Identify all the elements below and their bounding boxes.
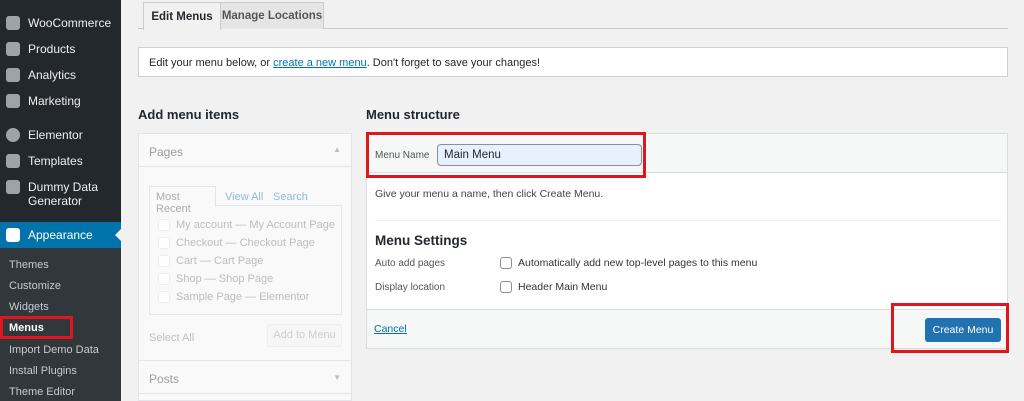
pages-list: My account — My Account Page Checkout — … <box>149 205 342 315</box>
database-icon <box>6 180 20 194</box>
sidebar-item-elementor[interactable]: Elementor <box>0 128 121 142</box>
sidebar-item-label: Generator <box>28 194 83 208</box>
elementor-icon <box>6 128 20 142</box>
select-all[interactable]: Select All <box>149 332 194 344</box>
list-item[interactable]: Sample Page — Elementor <box>158 291 309 304</box>
menu-structure-title: Menu structure <box>366 107 460 122</box>
auto-add-checkbox[interactable] <box>500 257 512 270</box>
add-items-panel: Pages ▲ Most Recent View All Search My ac… <box>138 133 352 401</box>
display-location-label: Display location <box>375 282 446 293</box>
submenu-install-plugins[interactable]: Install Plugins <box>9 365 77 377</box>
list-item[interactable]: Checkout — Checkout Page <box>158 237 315 250</box>
sidebar-item-analytics[interactable]: Analytics <box>0 68 121 82</box>
notice-box: Edit your menu below, or create a new me… <box>138 47 1008 77</box>
folder-icon <box>6 154 20 168</box>
submenu-customize[interactable]: Customize <box>9 280 61 292</box>
menu-settings-title: Menu Settings <box>375 233 468 248</box>
woo-icon <box>6 16 20 30</box>
cancel-link[interactable]: Cancel <box>374 323 407 335</box>
paintbrush-icon <box>6 228 20 242</box>
menu-description: Give your menu a name, then click Create… <box>375 188 604 200</box>
sidebar-item-label: Dummy Data <box>28 180 99 194</box>
add-to-menu-button[interactable]: Add to Menu <box>267 324 342 347</box>
header-main-menu-checkbox[interactable] <box>500 281 512 294</box>
highlight-box <box>891 303 1009 353</box>
expand-arrow-icon: ▼ <box>333 373 341 382</box>
auto-add-option[interactable]: Automatically add new top-level pages to… <box>500 257 757 270</box>
display-location-option[interactable]: Header Main Menu <box>500 281 607 294</box>
divider <box>375 220 1001 221</box>
checkbox[interactable] <box>158 237 170 250</box>
submenu-theme-editor[interactable]: Theme Editor <box>9 386 75 398</box>
sidebar-item-marketing[interactable]: Marketing <box>0 94 121 108</box>
sidebar-item-products[interactable]: Products <box>0 42 121 56</box>
list-item[interactable]: Cart — Cart Page <box>158 255 263 268</box>
megaphone-icon <box>6 94 20 108</box>
sidebar-item-woocommerce[interactable]: WooCommerce <box>0 16 121 30</box>
add-menu-items-title: Add menu items <box>138 107 240 122</box>
checkbox[interactable] <box>158 219 170 232</box>
highlight-box <box>366 132 646 178</box>
tab-view-all[interactable]: View All <box>225 191 263 203</box>
tab-manage-locations[interactable]: Manage Locations <box>220 2 324 29</box>
collapse-arrow-icon: ▲ <box>333 145 341 154</box>
current-arrow <box>115 229 121 241</box>
highlight-box <box>0 316 73 339</box>
bar-chart-icon <box>6 68 20 82</box>
checkbox[interactable] <box>158 273 170 286</box>
tab-most-recent[interactable]: Most Recent <box>149 186 216 215</box>
checkbox[interactable] <box>158 291 170 304</box>
submenu-themes[interactable]: Themes <box>9 259 49 271</box>
list-item[interactable]: My account — My Account Page <box>158 219 335 232</box>
sidebar-item-dummy-data[interactable]: Dummy Data Generator <box>0 180 121 208</box>
pages-section-header[interactable]: Pages ▲ <box>139 134 351 167</box>
auto-add-label: Auto add pages <box>375 258 446 269</box>
submenu-widgets[interactable]: Widgets <box>9 301 49 313</box>
checkbox[interactable] <box>158 255 170 268</box>
tab-search[interactable]: Search <box>273 191 308 203</box>
posts-section-header[interactable]: Posts ▼ <box>139 360 351 394</box>
create-new-menu-link[interactable]: create a new menu <box>273 57 367 69</box>
tab-edit-menus[interactable]: Edit Menus <box>143 2 221 30</box>
box-icon <box>6 42 20 56</box>
admin-sidebar: WooCommerce Products Analytics Marketing… <box>0 0 121 401</box>
list-item[interactable]: Shop — Shop Page <box>158 273 273 286</box>
submenu-import-demo-data[interactable]: Import Demo Data <box>9 344 99 356</box>
sidebar-item-appearance[interactable]: Appearance <box>0 222 121 248</box>
sidebar-item-templates[interactable]: Templates <box>0 154 121 168</box>
